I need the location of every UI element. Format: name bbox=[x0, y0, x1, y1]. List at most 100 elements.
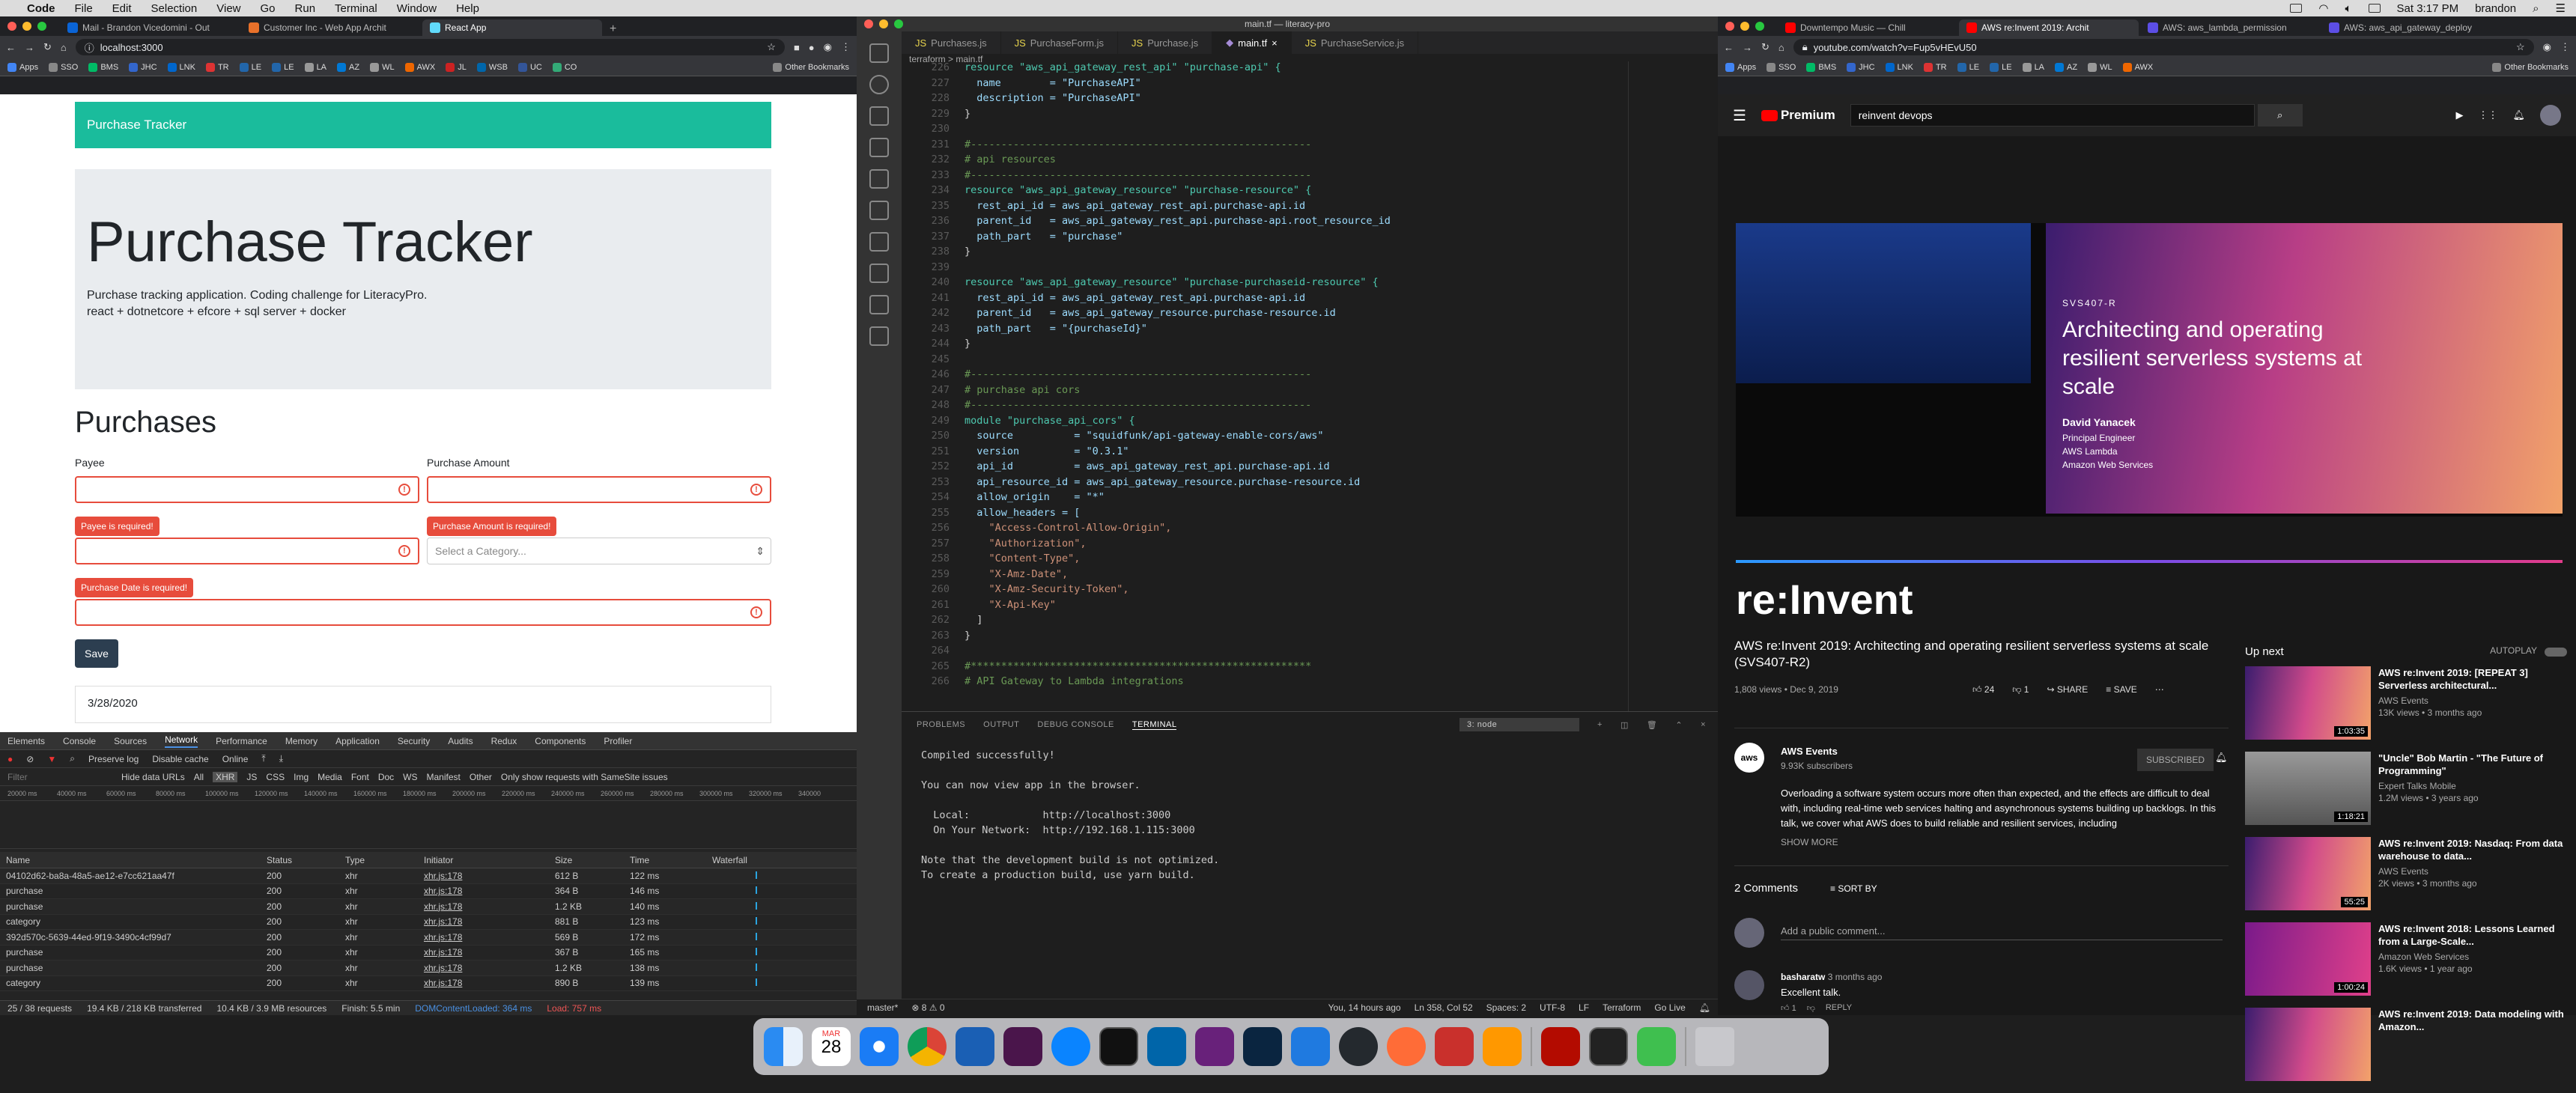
table-row[interactable]: purchase 200 xhr xhr.js:178 1.2 KB 138 ms bbox=[0, 960, 857, 976]
upload-icon[interactable]: ⤒ bbox=[261, 753, 265, 764]
maximize-icon[interactable] bbox=[894, 19, 903, 28]
bookmark[interactable]: LE bbox=[239, 62, 261, 72]
menu-dots-icon[interactable]: ⋮ bbox=[841, 41, 851, 53]
disable-cache-checkbox[interactable]: Disable cache bbox=[152, 754, 208, 764]
close-icon[interactable] bbox=[7, 22, 16, 31]
split-icon[interactable]: ◫ bbox=[1620, 720, 1629, 730]
minimize-icon[interactable] bbox=[879, 19, 888, 28]
slack-icon[interactable] bbox=[1003, 1027, 1042, 1066]
table-row[interactable]: category 200 xhr xhr.js:178 890 B 139 ms bbox=[0, 976, 857, 991]
bookmark[interactable]: WL bbox=[370, 62, 395, 72]
extension-icon[interactable]: ● bbox=[809, 42, 815, 53]
bookmark[interactable]: BMS bbox=[88, 62, 118, 72]
minimize-icon[interactable] bbox=[22, 22, 31, 31]
postman-icon[interactable] bbox=[1387, 1027, 1426, 1066]
cell-init[interactable]: xhr.js:178 bbox=[419, 871, 550, 881]
user-name[interactable]: brandon bbox=[2475, 2, 2516, 15]
column-header[interactable]: Type bbox=[341, 855, 419, 865]
bookmark[interactable]: JHC bbox=[1847, 62, 1875, 72]
video-title[interactable]: AWS re:Invent 2018: Lessons Learned from… bbox=[2378, 922, 2567, 948]
column-header[interactable]: Name bbox=[0, 855, 262, 865]
tab-reinvent[interactable]: AWS re:Invent 2019: Archit bbox=[1959, 19, 2139, 36]
sort-by-button[interactable]: ≡ SORT BY bbox=[1830, 883, 1877, 894]
devtools-tab[interactable]: Audits bbox=[448, 736, 473, 746]
panel-tab-debug[interactable]: DEBUG CONSOLE bbox=[1037, 720, 1114, 729]
minimap[interactable] bbox=[1628, 61, 1710, 711]
profile-avatar[interactable]: ◉ bbox=[824, 41, 832, 53]
video-title[interactable]: "Uncle" Bob Martin - "The Future of Prog… bbox=[2378, 752, 2567, 777]
navbar-brand[interactable]: Purchase Tracker bbox=[87, 118, 186, 133]
bookmark[interactable]: WSB bbox=[476, 62, 508, 72]
maximize-panel-icon[interactable]: ⌃ bbox=[1675, 720, 1683, 730]
azure-icon[interactable] bbox=[1291, 1027, 1330, 1066]
cell-init[interactable]: xhr.js:178 bbox=[419, 947, 550, 957]
debug-icon[interactable] bbox=[869, 138, 889, 157]
terminal-select[interactable]: 3: node bbox=[1459, 718, 1580, 731]
video-thumbnail[interactable] bbox=[2245, 1008, 2371, 1081]
up-next-item[interactable]: AWS re:Invent 2019: Data modeling with A… bbox=[2245, 1008, 2567, 1081]
go-live[interactable]: Go Live bbox=[1654, 1002, 1685, 1013]
bookmark[interactable]: LE bbox=[272, 62, 294, 72]
devtools-tab[interactable]: Memory bbox=[285, 736, 318, 746]
up-next-item[interactable]: 55:25 AWS re:Invent 2019: Nasdaq: From da… bbox=[2245, 837, 2567, 910]
sublime-icon[interactable] bbox=[1483, 1027, 1522, 1066]
menu-window[interactable]: Window bbox=[397, 2, 437, 15]
terminal-icon[interactable] bbox=[1099, 1027, 1138, 1066]
devtools-tab[interactable]: Profiler bbox=[604, 736, 632, 746]
bookmark[interactable]: LNK bbox=[1885, 62, 1913, 72]
column-header[interactable]: Status bbox=[262, 855, 341, 865]
back-icon[interactable]: ← bbox=[6, 42, 16, 53]
live-share-icon[interactable] bbox=[869, 295, 889, 314]
other-bookmarks[interactable]: Other Bookmarks bbox=[773, 62, 849, 72]
payee-input[interactable]: ! bbox=[75, 476, 419, 503]
video-thumbnail[interactable]: 1:18:21 bbox=[2245, 752, 2371, 825]
tree-icon[interactable] bbox=[869, 326, 889, 346]
star-icon[interactable]: ☆ bbox=[2516, 41, 2525, 53]
tab-purchases-js[interactable]: JS Purchases.js bbox=[902, 31, 1001, 54]
visual-studio-icon[interactable] bbox=[1195, 1027, 1234, 1066]
cell-init[interactable]: xhr.js:178 bbox=[419, 978, 550, 988]
activity-monitor-icon[interactable] bbox=[1589, 1027, 1628, 1066]
video-title[interactable]: AWS re:Invent 2019: Nasdaq: From data wa… bbox=[2378, 837, 2567, 862]
bookmark[interactable]: AWX bbox=[404, 62, 435, 72]
maximize-icon[interactable] bbox=[1755, 22, 1764, 31]
download-icon[interactable]: ⤓ bbox=[279, 753, 283, 764]
filter-input[interactable]: Filter bbox=[7, 772, 112, 782]
remote-icon[interactable] bbox=[869, 201, 889, 220]
dislike-button[interactable]: 👎︎ bbox=[1807, 1003, 1815, 1013]
spreadsheet-icon[interactable] bbox=[1637, 1027, 1676, 1066]
video-thumbnail[interactable]: 1:00:24 bbox=[2245, 922, 2371, 996]
panel-tab-output[interactable]: OUTPUT bbox=[983, 720, 1019, 729]
tab-lambda-permission[interactable]: AWS: aws_lambda_permission bbox=[2140, 19, 2320, 36]
bookmark[interactable]: LA bbox=[2022, 62, 2044, 72]
tab-purchase-js[interactable]: JS Purchase.js bbox=[1118, 31, 1213, 54]
terminal-output[interactable]: Compiled successfully! You can now view … bbox=[902, 737, 1718, 893]
menu-view[interactable]: View bbox=[216, 2, 240, 15]
close-icon[interactable] bbox=[1725, 22, 1734, 31]
filter-option[interactable]: Manifest bbox=[427, 772, 461, 782]
menu-edit[interactable]: Edit bbox=[112, 2, 132, 15]
profile-avatar[interactable]: ◉ bbox=[2543, 41, 2551, 53]
search-input[interactable]: reinvent devops bbox=[1850, 104, 2255, 127]
cell-init[interactable]: xhr.js:178 bbox=[419, 932, 550, 943]
github-icon[interactable] bbox=[1339, 1027, 1378, 1066]
subscribed-button[interactable]: SUBSCRIBED bbox=[2137, 749, 2214, 771]
table-row[interactable]: purchase 200 xhr xhr.js:178 367 B 165 ms bbox=[0, 946, 857, 960]
column-header[interactable]: Waterfall bbox=[708, 855, 857, 865]
star-icon[interactable]: ☆ bbox=[767, 41, 776, 53]
extension-icon[interactable]: ■ bbox=[794, 42, 800, 53]
home-icon[interactable]: ⌂ bbox=[1778, 42, 1784, 53]
filter-option[interactable]: Font bbox=[351, 772, 369, 782]
bookmark-apps[interactable]: Apps bbox=[7, 62, 38, 72]
table-row[interactable]: 04102d62-ba8a-48a5-ae12-e7cc621aa47f 200 x… bbox=[0, 868, 857, 884]
indentation[interactable]: Spaces: 2 bbox=[1486, 1002, 1526, 1013]
video-title[interactable]: AWS re:Invent 2019: Data modeling with A… bbox=[2378, 1008, 2567, 1033]
filter-option[interactable]: WS bbox=[403, 772, 417, 782]
filter-option[interactable]: JS bbox=[246, 772, 257, 782]
bookmark[interactable]: JHC bbox=[129, 62, 157, 72]
table-row[interactable]: purchase 200 xhr xhr.js:178 1.2 KB 140 ms bbox=[0, 899, 857, 915]
bookmark[interactable]: LE bbox=[1957, 62, 1979, 72]
filter-option[interactable]: Other bbox=[470, 772, 492, 782]
bookmark[interactable]: AZ bbox=[2055, 62, 2077, 72]
bookmark[interactable]: TR bbox=[1923, 62, 1947, 72]
